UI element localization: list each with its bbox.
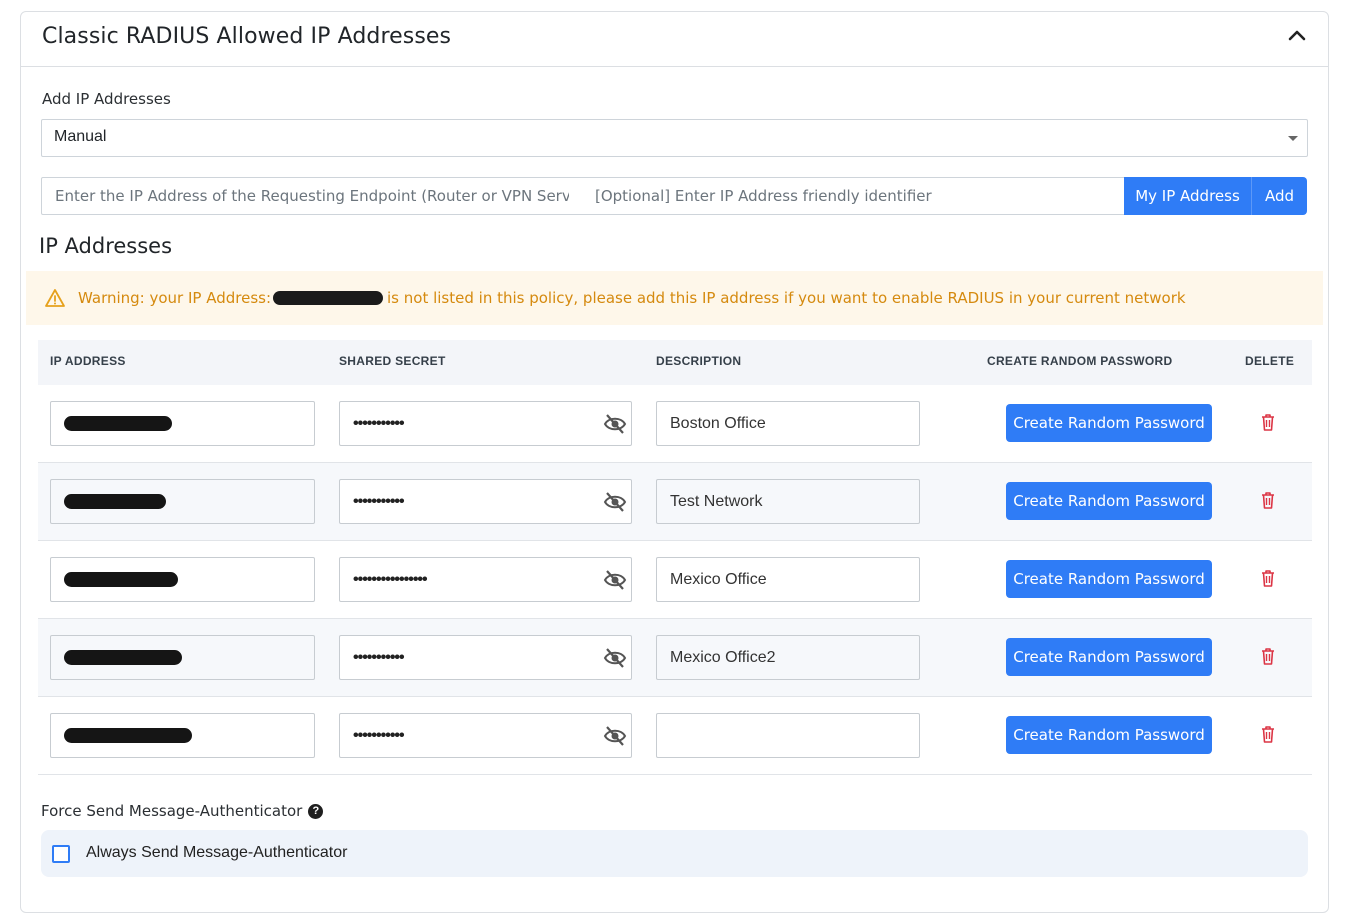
ip-identifier-input[interactable] [582, 177, 1125, 215]
header-ip-address: IP ADDRESS [50, 354, 126, 368]
create-random-password-button[interactable]: Create Random Password [1006, 560, 1212, 598]
description-field[interactable]: Test Network [656, 479, 920, 524]
card-title: Classic RADIUS Allowed IP Addresses [42, 24, 452, 49]
warning-triangle-icon [45, 289, 65, 307]
always-send-option[interactable]: Always Send Message-Authenticator [41, 830, 1308, 877]
eye-slash-icon[interactable] [603, 413, 627, 435]
redacted-ip [273, 291, 384, 305]
shared-secret-value: ••••••••••• [353, 648, 405, 666]
trash-icon[interactable] [1258, 412, 1278, 432]
table-row: ••••••••••• Mexico Office2 Create Random… [38, 619, 1312, 697]
header-delete: DELETE [1245, 354, 1295, 368]
add-ip-button[interactable]: Add [1251, 177, 1307, 215]
warning-suffix: is not listed in this policy, please add… [387, 289, 1186, 307]
eye-slash-icon[interactable] [603, 569, 627, 591]
trash-icon[interactable] [1258, 490, 1278, 510]
ip-address-field[interactable] [50, 401, 315, 446]
redacted-ip [64, 416, 172, 431]
force-send-label-text: Force Send Message-Authenticator [41, 802, 303, 820]
table-header: IP ADDRESS SHARED SECRET DESCRIPTION CRE… [38, 340, 1312, 385]
redacted-ip [64, 650, 182, 665]
shared-secret-value: •••••••••••••••• [353, 570, 428, 588]
header-create-random-password: CREATE RANDOM PASSWORD [987, 354, 1173, 368]
add-ip-label: Add IP Addresses [42, 90, 171, 108]
dropdown-caret-icon [1288, 136, 1298, 141]
shared-secret-value: ••••••••••• [353, 414, 405, 432]
trash-icon[interactable] [1258, 568, 1278, 588]
shared-secret-field[interactable]: ••••••••••• [339, 479, 632, 524]
table-row: ••••••••••• Test Network Create Random P… [38, 463, 1312, 541]
ip-addresses-title: IP Addresses [39, 234, 173, 258]
table-row: ••••••••••• Create Random Password [38, 697, 1312, 775]
radius-ip-card: Classic RADIUS Allowed IP Addresses Add … [20, 11, 1329, 913]
create-random-password-button[interactable]: Create Random Password [1006, 482, 1212, 520]
shared-secret-value: ••••••••••• [353, 726, 405, 744]
always-send-label: Always Send Message-Authenticator [86, 844, 348, 861]
redacted-ip [64, 494, 166, 509]
redacted-ip [64, 728, 192, 743]
ip-address-field[interactable] [50, 713, 315, 758]
trash-icon[interactable] [1258, 724, 1278, 744]
table-row: ••••••••••• Boston Office Create Random … [38, 385, 1312, 463]
shared-secret-field[interactable]: •••••••••••••••• [339, 557, 632, 602]
add-ip-mode-value: Manual [54, 128, 107, 145]
shared-secret-field[interactable]: ••••••••••• [339, 713, 632, 758]
eye-slash-icon[interactable] [603, 725, 627, 747]
redacted-ip [64, 572, 178, 587]
ip-address-field[interactable] [50, 557, 315, 602]
table-row: •••••••••••••••• Mexico Office Create Ra… [38, 541, 1312, 619]
ip-address-field[interactable] [50, 479, 315, 524]
description-field[interactable]: Mexico Office [656, 557, 920, 602]
always-send-checkbox[interactable] [52, 845, 70, 863]
description-field[interactable] [656, 713, 920, 758]
ip-address-table: IP ADDRESS SHARED SECRET DESCRIPTION CRE… [38, 340, 1312, 775]
create-random-password-button[interactable]: Create Random Password [1006, 638, 1212, 676]
ip-address-field[interactable] [50, 635, 315, 680]
description-field[interactable]: Boston Office [656, 401, 920, 446]
ip-address-input[interactable] [41, 177, 583, 215]
description-field[interactable]: Mexico Office2 [656, 635, 920, 680]
shared-secret-field[interactable]: ••••••••••• [339, 635, 632, 680]
trash-icon[interactable] [1258, 646, 1278, 666]
header-shared-secret: SHARED SECRET [339, 354, 446, 368]
eye-slash-icon[interactable] [603, 647, 627, 669]
card-header: Classic RADIUS Allowed IP Addresses [21, 12, 1328, 67]
ip-warning-alert: Warning: your IP Address: is not listed … [26, 271, 1323, 325]
create-random-password-button[interactable]: Create Random Password [1006, 404, 1212, 442]
my-ip-address-button[interactable]: My IP Address [1124, 177, 1251, 215]
warning-prefix: Warning: your IP Address: [78, 289, 272, 307]
add-ip-mode-select[interactable]: Manual [41, 119, 1308, 157]
eye-slash-icon[interactable] [603, 491, 627, 513]
question-circle-icon[interactable]: ? [308, 803, 324, 819]
shared-secret-value: ••••••••••• [353, 492, 405, 510]
header-description: DESCRIPTION [656, 354, 742, 368]
shared-secret-field[interactable]: ••••••••••• [339, 401, 632, 446]
collapse-chevron-up-icon[interactable] [1286, 24, 1308, 46]
force-send-label: Force Send Message-Authenticator ? [41, 802, 324, 820]
create-random-password-button[interactable]: Create Random Password [1006, 716, 1212, 754]
